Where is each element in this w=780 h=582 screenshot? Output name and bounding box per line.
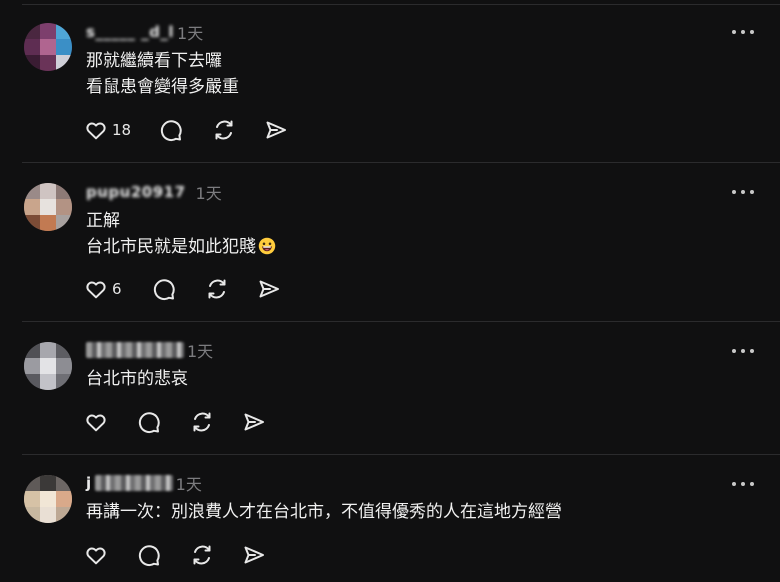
comment-bubble-icon: [138, 412, 160, 434]
comment-text: 那就繼續看下去囉 看鼠患會變得多嚴重: [86, 48, 239, 100]
heart-icon: [86, 547, 106, 565]
avatar[interactable]: [24, 23, 72, 71]
like-count: 18: [112, 121, 132, 139]
like-button[interactable]: 6: [84, 276, 129, 302]
like-button[interactable]: [84, 409, 137, 435]
username-blurred: [94, 475, 173, 491]
comment-bubble-icon: [138, 545, 160, 567]
repost-icon: [215, 120, 233, 140]
comment-post: pupu20917 1天 正解 台北市民就是如此犯賤 6: [0, 163, 780, 322]
comment-post: 1天 台北市的悲哀: [0, 322, 780, 455]
send-icon: [244, 546, 264, 564]
share-button[interactable]: [264, 117, 294, 143]
more-options-icon[interactable]: [732, 189, 754, 195]
share-button[interactable]: [242, 409, 272, 435]
comment-line: 正解: [86, 211, 120, 231]
share-button[interactable]: [242, 542, 272, 568]
comment-bubble-icon: [160, 120, 182, 142]
heart-icon: [86, 281, 106, 299]
timestamp: 1天: [177, 24, 204, 43]
more-options-icon[interactable]: [732, 348, 754, 354]
comment-text: 正解 台北市民就是如此犯賤: [86, 208, 276, 260]
username[interactable]: j: [86, 474, 92, 492]
reply-button[interactable]: [152, 276, 205, 302]
grinning-face-emoji: [258, 237, 276, 255]
repost-button[interactable]: [205, 276, 257, 302]
repost-button[interactable]: [212, 117, 264, 143]
like-count: 6: [112, 280, 122, 298]
repost-button[interactable]: [190, 409, 242, 435]
comment-feed: s_____ _d_l 1天 那就繼續看下去囉 看鼠患會變得多嚴重 18 pup…: [0, 0, 780, 582]
username[interactable]: pupu20917: [86, 183, 186, 201]
reply-button[interactable]: [137, 542, 190, 568]
like-button[interactable]: [84, 542, 137, 568]
timestamp: 1天: [175, 475, 202, 494]
comment-text: 再講一次：別浪費人才在台北市，不值得優秀的人在這地方經營: [86, 499, 562, 525]
timestamp: 1天: [187, 342, 214, 361]
comment-line: 再講一次：別浪費人才在台北市，不值得優秀的人在這地方經營: [86, 502, 562, 522]
avatar[interactable]: [24, 342, 72, 390]
repost-icon: [208, 279, 226, 299]
heart-icon: [86, 122, 106, 140]
avatar[interactable]: [24, 183, 72, 231]
comment-post: s_____ _d_l 1天 那就繼續看下去囉 看鼠患會變得多嚴重 18: [0, 0, 780, 163]
comment-post: j 1天 再講一次：別浪費人才在台北市，不值得優秀的人在這地方經營: [0, 455, 780, 582]
more-options-icon[interactable]: [732, 29, 754, 35]
comment-line: 看鼠患會變得多嚴重: [86, 77, 239, 97]
username[interactable]: [86, 342, 184, 358]
heart-icon: [86, 414, 106, 432]
avatar[interactable]: [24, 475, 72, 523]
send-icon: [259, 280, 279, 298]
send-icon: [266, 121, 286, 139]
repost-icon: [193, 412, 211, 432]
reply-button[interactable]: [159, 117, 212, 143]
repost-icon: [193, 545, 211, 565]
reply-button[interactable]: [137, 409, 190, 435]
comment-text: 台北市的悲哀: [86, 366, 188, 392]
timestamp: 1天: [195, 184, 222, 203]
repost-button[interactable]: [190, 542, 242, 568]
send-icon: [244, 413, 264, 431]
comment-line: 那就繼續看下去囉: [86, 51, 222, 71]
more-options-icon[interactable]: [732, 481, 754, 487]
comment-line: 台北市民就是如此犯賤: [86, 237, 256, 257]
share-button[interactable]: [257, 276, 287, 302]
comment-bubble-icon: [153, 279, 175, 301]
username[interactable]: s_____ _d_l: [86, 23, 174, 41]
like-button[interactable]: 18: [84, 117, 134, 143]
comment-line: 台北市的悲哀: [86, 369, 188, 389]
divider: [22, 4, 780, 5]
